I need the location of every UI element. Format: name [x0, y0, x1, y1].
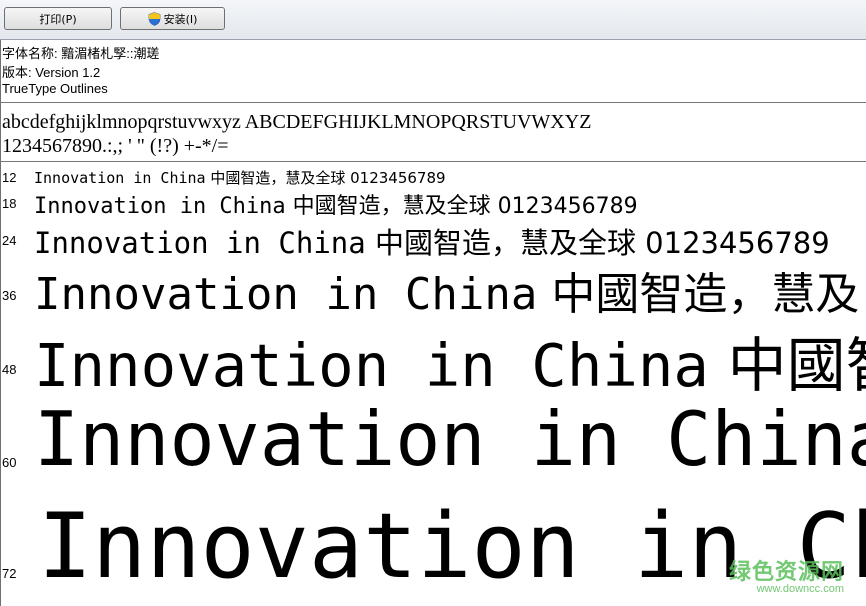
watermark-logo: 绿色资源网	[728, 560, 844, 585]
sample-line-24: Innovation in China 中國智造，慧及全球 0123456789	[34, 220, 830, 262]
sample-cjk-36: 中國智造，慧及	[537, 269, 860, 320]
uac-shield-icon	[148, 11, 160, 26]
version-line: 版本: Version 1.2	[2, 65, 101, 80]
size-label-12: 12	[2, 170, 17, 185]
print-button-label: 打印(P)	[39, 12, 77, 26]
sample-cjk-18: 中國智造，慧及全球 0123456789	[285, 194, 638, 219]
charset-digits-symbols: 1234567890.:,; ' " (!?) +-*/=	[2, 135, 229, 157]
sample-latin-60: Innovation in China	[34, 395, 866, 483]
size-label-60: 60	[2, 455, 17, 470]
install-button[interactable]: 安装(I)	[120, 7, 225, 30]
size-label-18: 18	[2, 196, 17, 211]
sample-cjk-24: 中國智造，慧及全球 0123456789	[365, 226, 830, 260]
size-label-36: 36	[2, 288, 17, 303]
sample-line-36: Innovation in China 中國智造，慧及	[34, 258, 859, 322]
toolbar: 打印(P) 安装(I)	[0, 0, 866, 40]
size-label-24: 24	[2, 233, 17, 248]
install-button-label: 安装(I)	[163, 12, 198, 26]
divider-bottom	[0, 161, 866, 162]
sample-line-18: Innovation in China 中國智造，慧及全球 0123456789	[34, 188, 638, 220]
watermark-url: www.downcc.com	[756, 583, 844, 595]
sample-line-12: Innovation in China 中國智造，慧及全球 0123456789	[34, 167, 446, 188]
outline-type-line: TrueType Outlines	[2, 81, 108, 96]
size-label-48: 48	[2, 362, 17, 377]
sample-cjk-12: 中國智造，慧及全球 0123456789	[205, 169, 446, 187]
sample-line-48: Innovation in China 中國智	[34, 318, 866, 403]
sample-line-60: Innovation in China	[34, 395, 866, 483]
divider-top	[0, 102, 866, 103]
sample-latin-36: Innovation in China	[34, 269, 538, 320]
font-name-line: 字体名称: 黯湄楮札孯::潮瑳	[2, 46, 160, 61]
sample-cjk-48: 中國智	[727, 331, 866, 400]
sample-latin-12: Innovation in China	[34, 169, 206, 187]
sample-latin-48: Innovation in China	[34, 331, 709, 400]
charset-letters: abcdefghijklmnopqrstuvwxyz ABCDEFGHIJKLM…	[2, 111, 592, 133]
print-button[interactable]: 打印(P)	[4, 7, 112, 30]
size-label-72: 72	[2, 566, 17, 581]
sample-latin-24: Innovation in China	[34, 226, 366, 260]
window-left-border	[0, 40, 1, 606]
sample-latin-18: Innovation in China	[34, 194, 286, 219]
